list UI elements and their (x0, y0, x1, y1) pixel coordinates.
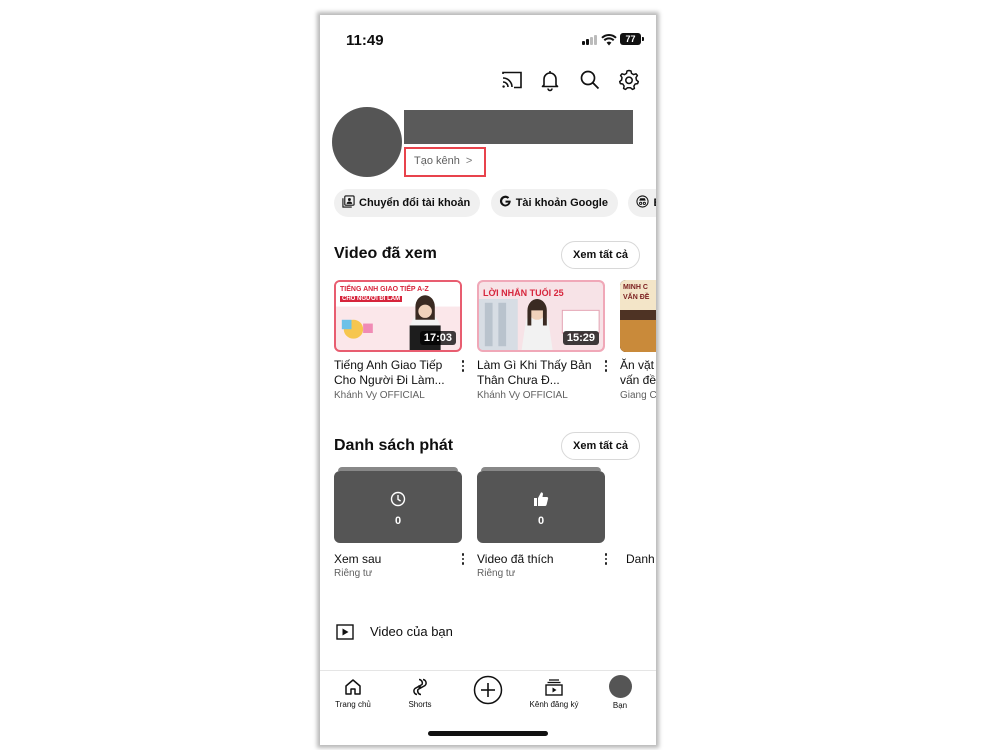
video-channel: Khánh Vy OFFICIAL (334, 390, 425, 401)
gear-icon[interactable] (617, 68, 641, 92)
playlist-thumbnail[interactable]: 0 (334, 467, 462, 543)
playlist-privacy: Riêng tư (477, 568, 516, 579)
nav-label: Shorts (408, 700, 432, 709)
nav-home[interactable]: Trang chủ (330, 677, 376, 709)
status-time: 11:49 (346, 32, 384, 49)
account-chips: Chuyển đổi tài khoản Tài khoản Google B (334, 189, 656, 217)
playlist-item[interactable]: 0 Video đã thích Riêng tư (477, 467, 608, 579)
playlist-item[interactable]: 0 Xem sau Riêng tư (334, 467, 465, 579)
more-options-icon[interactable] (604, 360, 608, 374)
bottom-navigation: Trang chủ Shorts Kênh đăng ký Bạn (320, 670, 656, 745)
chip-label: B (653, 197, 656, 209)
thumbs-up-icon (534, 492, 549, 507)
playlist-thumbnail[interactable]: 0 (477, 467, 605, 543)
video-thumbnail[interactable]: MINH C VẤN ĐỀ (620, 280, 656, 352)
playlists-title: Danh sách phát (334, 437, 454, 454)
chip-label: Chuyển đổi tài khoản (359, 197, 471, 209)
nav-label: Kênh đăng ký (529, 700, 579, 709)
thumbnail-text: CHO NGƯỜI ĐI LÀM (340, 296, 403, 302)
video-duration: 17:03 (419, 331, 456, 345)
switch-account-chip[interactable]: Chuyển đổi tài khoản (334, 189, 481, 217)
status-bar: 11:49 77 (320, 15, 656, 65)
nav-label: Bạn (612, 701, 628, 710)
history-see-all-button[interactable]: Xem tất cả (561, 241, 640, 269)
more-options-icon[interactable] (461, 553, 465, 567)
google-icon (499, 195, 511, 207)
history-title: Video đã xem (334, 245, 437, 262)
playlist-item[interactable]: Danh (626, 467, 656, 566)
subscriptions-icon (545, 679, 563, 696)
wifi-icon (601, 33, 617, 46)
video-channel: Giang C (620, 390, 656, 401)
history-video-item[interactable]: TIẾNG ANH GIAO TIẾP A-Z CHO NGƯỜI ĐI LÀM… (334, 280, 465, 401)
playlist-privacy: Riêng tư (334, 568, 373, 579)
nav-shorts[interactable]: Shorts (398, 677, 442, 709)
playlists-see-all-button[interactable]: Xem tất cả (561, 432, 640, 460)
home-icon (345, 679, 361, 695)
nav-subscriptions[interactable]: Kênh đăng ký (524, 677, 584, 709)
your-videos-row[interactable]: Video của bạn (336, 620, 536, 644)
thumbnail-text: VẤN ĐỀ (623, 294, 650, 301)
cast-icon[interactable] (500, 68, 524, 92)
redacted-name (404, 110, 633, 144)
chip-label: Tài khoản Google (515, 197, 608, 209)
nav-label: Trang chủ (335, 700, 371, 709)
incognito-chip[interactable]: B (628, 189, 656, 217)
shorts-icon (413, 678, 427, 696)
signal-icon (582, 35, 599, 45)
clock-icon (390, 491, 406, 507)
home-indicator (428, 731, 548, 736)
nav-create[interactable] (470, 675, 506, 708)
playlist-count: 0 (537, 515, 545, 527)
your-videos-label: Video của bạn (370, 624, 453, 639)
create-channel-link[interactable]: Tạo kênh > (404, 147, 486, 177)
playlist-count: 0 (394, 515, 402, 527)
profile-avatar[interactable] (332, 107, 402, 177)
google-account-chip[interactable]: Tài khoản Google (490, 189, 618, 217)
video-title: Làm Gì Khi Thấy Bản Thân Chưa Đ... (477, 358, 592, 387)
nav-you[interactable]: Bạn (604, 675, 636, 710)
top-toolbar (320, 68, 656, 94)
switch-account-icon (342, 195, 355, 208)
thumbnail-text: TIẾNG ANH GIAO TIẾP A-Z (340, 286, 429, 293)
thumbnail-text: LỜI NHẮN TUỔI 25 (483, 288, 564, 298)
video-title: Tiếng Anh Giao Tiếp Cho Người Đi Làm... (334, 358, 445, 387)
video-title: Ăn vặt vấn đề (620, 358, 656, 387)
create-icon (473, 675, 503, 705)
video-channel: Khánh Vy OFFICIAL (477, 390, 568, 401)
play-icon (336, 624, 354, 640)
search-icon[interactable] (578, 68, 602, 92)
phone-screen: 11:49 77 Tạo kênh > Chuyển đổi tài khoản… (320, 15, 656, 745)
video-duration: 15:29 (562, 331, 599, 345)
playlist-title: Danh (626, 552, 655, 566)
avatar (608, 675, 632, 698)
thumbnail-text: MINH C (623, 284, 648, 291)
video-thumbnail[interactable]: LỜI NHẮN TUỔI 25 15:29 (477, 280, 605, 352)
history-video-item[interactable]: LỜI NHẮN TUỔI 25 15:29 Làm Gì Khi Thấy B… (477, 280, 608, 401)
playlist-title: Video đã thích (477, 552, 554, 566)
playlist-title: Xem sau (334, 552, 382, 566)
video-thumbnail[interactable]: TIẾNG ANH GIAO TIẾP A-Z CHO NGƯỜI ĐI LÀM… (334, 280, 462, 352)
history-video-item[interactable]: MINH C VẤN ĐỀ Ăn vặt vấn đề Giang C (620, 280, 656, 401)
create-channel-label: Tạo kênh (414, 155, 460, 167)
chevron-right-icon: > (465, 155, 473, 167)
playlist-thumbnail[interactable] (626, 467, 656, 543)
bell-icon[interactable] (538, 68, 562, 92)
battery-icon: 77 (620, 33, 644, 45)
more-options-icon[interactable] (604, 553, 608, 567)
incognito-icon (636, 195, 650, 208)
more-options-icon[interactable] (461, 360, 465, 374)
